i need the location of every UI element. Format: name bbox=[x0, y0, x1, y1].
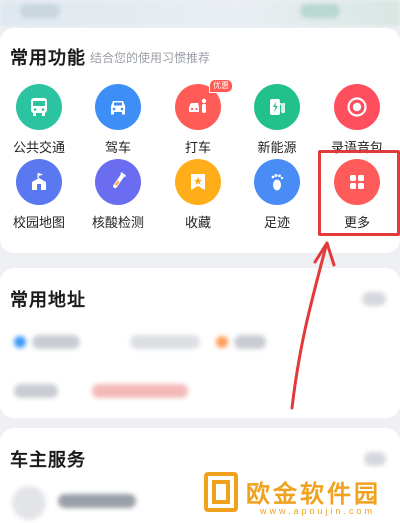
site-watermark: 欧金软件园 www.apoujin.com bbox=[198, 468, 400, 523]
annotation-arrow bbox=[290, 241, 336, 410]
watermark-url: www.apoujin.com bbox=[260, 506, 376, 516]
watermark-logo-icon bbox=[204, 472, 238, 512]
watermark-brand: 欧金软件园 bbox=[246, 481, 381, 508]
